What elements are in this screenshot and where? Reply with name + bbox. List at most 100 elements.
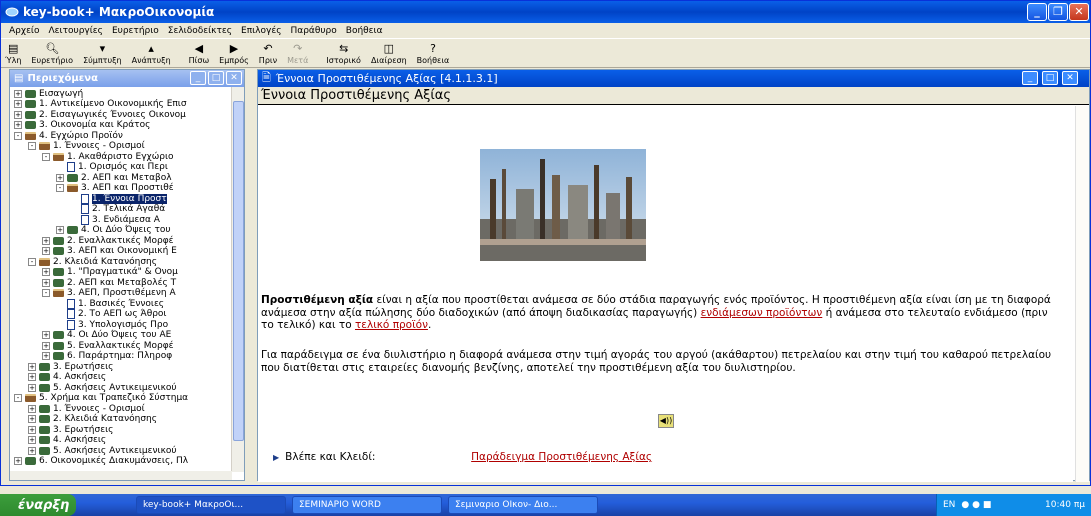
tree-node[interactable]: +2. Εναλλακτικές Μορφέ: [42, 235, 174, 246]
tree-node[interactable]: 3. Υπολογισμός Προ: [56, 319, 168, 330]
collapse-icon[interactable]: -: [14, 394, 22, 402]
tree-node[interactable]: +2. ΑΕΠ και Μεταβολ: [56, 172, 172, 183]
start-button[interactable]: έναρξη: [0, 494, 76, 516]
toolbar-help-button[interactable]: ? Βοήθεια: [417, 39, 450, 67]
scroll-thumb[interactable]: [233, 101, 244, 441]
pane-minimize-button[interactable]: _: [190, 71, 206, 85]
toolbar-forward-button[interactable]: ▶ Εμπρός: [219, 39, 249, 67]
topic-vertical-scrollbar[interactable]: [1075, 106, 1089, 482]
toolbar-history-button[interactable]: ⇆ Ιστορικό: [326, 39, 361, 67]
expand-icon[interactable]: +: [28, 373, 36, 381]
topic-maximize-button[interactable]: □: [1042, 71, 1058, 85]
tree-node[interactable]: - 2. Κλειδιά Κατανόησης: [28, 256, 157, 267]
tree-node[interactable]: 1. Βασικές Έννοιες: [56, 298, 164, 309]
tree-node[interactable]: +5. Ασκήσεις Αντικειμενικού: [28, 445, 177, 456]
tree-node[interactable]: +3. ΑΕΠ και Οικονομική Ε: [42, 246, 177, 257]
tree-node[interactable]: +5. Εναλλακτικές Μορφέ: [42, 340, 174, 351]
expand-icon[interactable]: +: [42, 236, 50, 245]
toolbar-collapse-button[interactable]: ▾ Σύμπτυξη: [83, 39, 122, 67]
task-word-doc[interactable]: Σεμιναριο ΟΙκον- Διο...: [448, 496, 598, 514]
tree-node[interactable]: +4. Οι Δύο Όψεις του: [56, 225, 171, 236]
menu-window[interactable]: Παράθυρο: [291, 26, 337, 36]
topic-close-button[interactable]: ✕: [1062, 71, 1078, 85]
expand-icon[interactable]: +: [42, 352, 50, 360]
maximize-button[interactable]: ❐: [1048, 3, 1068, 21]
tree-node[interactable]: - 5. Χρήμα και Τραπεζικό Σύστημα: [14, 393, 188, 404]
tree-node[interactable]: +3. Ερωτήσεις: [28, 361, 113, 372]
tree-node[interactable]: +1. Έννοιες - Ορισμοί: [28, 403, 145, 414]
collapse-icon[interactable]: -: [42, 152, 50, 161]
language-indicator[interactable]: EN: [943, 500, 955, 510]
tree-node[interactable]: +1. "Πραγματικά" & Ονομ: [42, 267, 178, 278]
pane-close-button[interactable]: ✕: [226, 71, 242, 85]
final-product-link[interactable]: τελικό προϊόν: [355, 319, 428, 331]
intermediate-products-link[interactable]: ενδιάμεσων προϊόντων: [701, 307, 823, 319]
tree-node[interactable]: +1. Αντικείμενο Οικονομικής Επισ: [14, 99, 187, 110]
tree-vertical-scrollbar[interactable]: [231, 87, 244, 472]
menu-help[interactable]: Βοήθεια: [346, 26, 383, 36]
menu-options[interactable]: Επιλογές: [241, 26, 281, 36]
collapse-icon[interactable]: -: [28, 257, 36, 266]
tree-node[interactable]: - 1. Ακαθάριστο Εγχώριο: [42, 151, 174, 162]
topic-pane-title-bar[interactable]: 🗎 Έννοια Προστιθέμενης Αξίας [4.1.1.3.1]: [258, 70, 1089, 87]
collapse-icon[interactable]: -: [42, 289, 50, 297]
expand-icon[interactable]: +: [14, 89, 22, 98]
tree-node[interactable]: +3. Ερωτήσεις: [28, 424, 113, 435]
expand-icon[interactable]: +: [42, 331, 50, 339]
expand-icon[interactable]: +: [14, 100, 22, 108]
tree-node[interactable]: + Εισαγωγή: [14, 88, 83, 99]
menu-bookmarks[interactable]: Σελιδοδείκτες: [168, 26, 232, 36]
expand-icon[interactable]: +: [28, 404, 36, 413]
pane-maximize-button[interactable]: □: [208, 71, 224, 85]
expand-icon[interactable]: +: [14, 121, 22, 129]
tray-icons[interactable]: ● ● ■: [961, 500, 991, 510]
expand-icon[interactable]: +: [28, 425, 36, 434]
expand-icon[interactable]: +: [28, 415, 36, 423]
tree-node[interactable]: +2. Κλειδιά Κατανόησης: [28, 414, 157, 425]
tree-node[interactable]: 1. Ορισμός και Περι: [56, 162, 168, 173]
tree-node[interactable]: - 3. ΑΕΠ και Προστιθέ: [56, 183, 174, 194]
title-bar[interactable]: key-book+ ΜακροΟικονομία _ ❐ ✕: [1, 1, 1090, 23]
expand-icon[interactable]: +: [42, 247, 50, 255]
tree-node[interactable]: +3. Οικονομία και Κράτος: [14, 120, 150, 131]
close-button[interactable]: ✕: [1069, 3, 1089, 21]
menu-functions[interactable]: Λειτουργίες: [49, 26, 103, 36]
tree-node[interactable]: +4. Ασκήσεις: [28, 435, 106, 446]
tree-node[interactable]: +6. Παράρτημα: Πληροφ: [42, 351, 172, 362]
tree-node[interactable]: 3. Ενδιάμεσα Α: [70, 214, 160, 225]
task-word-folder[interactable]: ΣΕΜΙΝΑΡΙΟ WORD: [292, 496, 442, 514]
tree-node[interactable]: - 1. Έννοιες - Ορισμοί: [28, 141, 145, 152]
expand-icon[interactable]: +: [28, 383, 36, 392]
expand-icon[interactable]: +: [42, 341, 50, 350]
toolbar-next-button[interactable]: ↷ Μετά: [287, 39, 308, 67]
tree-node[interactable]: +6. Οικονομικές Διακυμάνσεις, Πλ: [14, 456, 188, 467]
topic-minimize-button[interactable]: _: [1022, 71, 1038, 85]
minimize-button[interactable]: _: [1027, 3, 1047, 21]
tree-node[interactable]: +4. Ασκήσεις: [28, 372, 106, 383]
expand-icon[interactable]: +: [42, 278, 50, 287]
menu-file[interactable]: Αρχείο: [9, 26, 40, 36]
tree-node[interactable]: 2. Το ΑΕΠ ως Άθροι: [56, 309, 166, 320]
tree-node[interactable]: - 3. ΑΕΠ, Προστιθέμενη Α: [42, 288, 176, 299]
expand-icon[interactable]: +: [56, 226, 64, 234]
collapse-icon[interactable]: -: [14, 131, 22, 140]
menu-index[interactable]: Ευρετήριο: [112, 26, 159, 36]
tree-node[interactable]: 2. Τελικά Αγαθά: [70, 204, 165, 215]
tree-node[interactable]: - 4. Εγχώριο Προϊόν: [14, 130, 123, 141]
toolbar-contents-button[interactable]: ▤ Ύλη: [5, 39, 21, 67]
expand-icon[interactable]: +: [56, 173, 64, 182]
expand-icon[interactable]: +: [28, 362, 36, 371]
tree-node[interactable]: +4. Οι Δύο Όψεις του ΑΕ: [42, 330, 171, 341]
toolbar-prev-button[interactable]: ↶ Πριν: [259, 39, 277, 67]
expand-icon[interactable]: +: [14, 457, 22, 465]
toolbar-expand-button[interactable]: ▴ Ανάπτυξη: [132, 39, 171, 67]
expand-icon[interactable]: +: [28, 446, 36, 455]
task-keybook[interactable]: key-book+ ΜακροΟι...: [136, 496, 286, 514]
speaker-icon[interactable]: ◀)): [658, 414, 674, 428]
collapse-icon[interactable]: -: [28, 142, 36, 150]
toolbar-index-button[interactable]: 🔍︎ Ευρετήριο: [31, 39, 73, 67]
tree-node[interactable]: +2. Εισαγωγικές Έννοιες Οικονομ: [14, 109, 186, 120]
expand-icon[interactable]: +: [14, 110, 22, 119]
tree-node[interactable]: 1. Έννοια Προστ: [70, 193, 167, 204]
expand-icon[interactable]: +: [42, 268, 50, 276]
